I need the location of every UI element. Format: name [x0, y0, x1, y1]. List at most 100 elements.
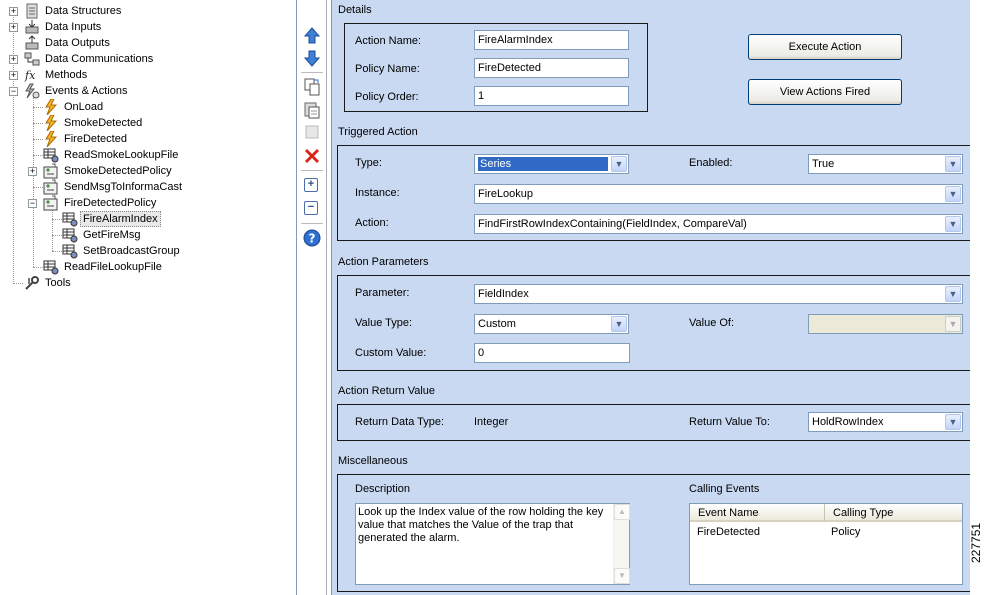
custom-value-field[interactable]: 0	[474, 343, 630, 363]
delete-icon[interactable]	[302, 146, 322, 166]
custom-value-label: Custom Value:	[355, 347, 427, 359]
value-of-dropdown[interactable]: ▼	[808, 314, 963, 334]
column-header-event-name[interactable]: Event Name	[690, 504, 825, 522]
value-type-dropdown[interactable]: Custom ▼	[474, 314, 629, 334]
action-parameters-group: Parameter: FieldIndex ▼ Value Type: Cust…	[337, 275, 977, 371]
tree-connector	[13, 283, 23, 284]
tree-item-label: ReadFileLookupFile	[64, 261, 162, 273]
collapse-toggle[interactable]: −	[9, 87, 18, 96]
details-group: Action Name: FireAlarmIndex Policy Name:…	[344, 23, 648, 112]
data-communications-icon	[24, 52, 40, 66]
type-value: Series	[478, 157, 608, 171]
return-data-type-value: Integer	[474, 416, 509, 428]
paste-icon[interactable]	[302, 100, 322, 120]
chevron-down-icon: ▼	[945, 316, 961, 332]
parameter-label: Parameter:	[355, 287, 410, 299]
expand-toggle[interactable]: +	[9, 7, 18, 16]
tree-connector	[52, 219, 62, 220]
enabled-dropdown[interactable]: True ▼	[808, 154, 963, 174]
copy-icon[interactable]	[302, 77, 322, 97]
action-name-label: Action Name:	[355, 35, 422, 47]
chevron-down-icon[interactable]: ▼	[945, 286, 961, 302]
action-grid-icon	[43, 260, 59, 275]
expand-toggle[interactable]: +	[9, 23, 18, 32]
tree-item-label: ReadSmokeLookupFile	[64, 149, 179, 161]
tree-item-label: Events & Actions	[45, 85, 128, 97]
collapse-toggle[interactable]: −	[28, 199, 37, 208]
tree-item-label: Data Structures	[45, 5, 122, 17]
tree-connector	[33, 267, 43, 268]
expand-toggle[interactable]: +	[9, 71, 18, 80]
zoom-out-icon[interactable]: −	[304, 201, 318, 215]
cut-icon[interactable]	[302, 122, 322, 142]
tree-item-label: FireDetected	[64, 133, 127, 145]
section-title-miscellaneous: Miscellaneous	[338, 455, 408, 467]
parameter-dropdown[interactable]: FieldIndex ▼	[474, 284, 963, 304]
tree-connector	[52, 209, 53, 251]
enabled-label: Enabled:	[689, 157, 733, 169]
tree-item-label: Tools	[45, 277, 71, 289]
tree-item-label: SendMsgToInformaCast	[64, 181, 182, 193]
expand-toggle[interactable]: +	[28, 167, 37, 176]
svg-text:fx: fx	[24, 69, 36, 82]
calling-events-label: Calling Events	[689, 483, 760, 495]
value-type-value: Custom	[478, 318, 516, 330]
tree-item-label: SetBroadcastGroup	[83, 245, 180, 257]
event-lightning-icon	[45, 115, 58, 131]
view-actions-fired-button[interactable]: View Actions Fired	[748, 79, 902, 105]
event-lightning-icon	[45, 99, 58, 115]
policy-name-label: Policy Name:	[355, 63, 420, 75]
methods-icon: fx	[24, 69, 36, 82]
chevron-down-icon[interactable]: ▼	[611, 156, 627, 172]
instance-value: FireLookup	[478, 188, 534, 200]
action-grid-icon	[62, 228, 78, 243]
action-name-field[interactable]: FireAlarmIndex	[474, 30, 629, 50]
chevron-down-icon[interactable]: ▼	[945, 216, 961, 232]
expand-toggle[interactable]: +	[9, 55, 18, 64]
value-of-label: Value Of:	[689, 317, 735, 329]
description-textarea[interactable]: Look up the Index value of the row holdi…	[355, 503, 630, 585]
section-title-action-parameters: Action Parameters	[338, 256, 429, 268]
policy-icon	[43, 163, 58, 179]
return-value-group: Return Data Type: Integer Return Value T…	[337, 404, 977, 441]
toolbar-separator	[301, 223, 323, 224]
calling-events-list[interactable]: Event Name Calling Type FireDetected Pol…	[689, 503, 963, 585]
parameter-value: FieldIndex	[478, 288, 529, 300]
zoom-in-icon[interactable]: +	[304, 178, 318, 192]
chevron-down-icon[interactable]: ▼	[945, 186, 961, 202]
svg-text:?: ?	[309, 232, 316, 246]
action-label: Action:	[355, 217, 389, 229]
return-value-to-dropdown[interactable]: HoldRowIndex ▼	[808, 412, 963, 432]
column-header-calling-type[interactable]: Calling Type	[825, 504, 962, 522]
scroll-up-icon[interactable]: ▲	[614, 504, 630, 520]
return-value-to-value: HoldRowIndex	[812, 416, 884, 428]
chevron-down-icon[interactable]: ▼	[945, 414, 961, 430]
action-grid-icon	[62, 244, 78, 259]
tree-item-label: SmokeDetectedPolicy	[64, 165, 172, 177]
figure-id-label: 227751	[969, 523, 983, 563]
section-title-triggered-action: Triggered Action	[338, 126, 418, 138]
tree-connector	[13, 10, 14, 282]
description-scrollbar[interactable]: ▲ ▼	[613, 504, 630, 584]
move-up-icon[interactable]	[302, 26, 322, 46]
scroll-down-icon[interactable]: ▼	[614, 568, 630, 584]
help-icon[interactable]: ?	[302, 228, 322, 248]
type-dropdown[interactable]: Series ▼	[474, 154, 629, 174]
move-down-icon[interactable]	[302, 48, 322, 68]
tree-item-label: Data Communications	[45, 53, 154, 65]
toolbar-separator	[301, 170, 323, 171]
execute-action-button[interactable]: Execute Action	[748, 34, 902, 60]
chevron-down-icon[interactable]: ▼	[611, 316, 627, 332]
table-cell-event[interactable]: FireDetected	[697, 526, 760, 538]
action-dropdown[interactable]: FindFirstRowIndexContaining(FieldIndex, …	[474, 214, 963, 234]
event-lightning-icon	[45, 131, 58, 147]
policy-name-field[interactable]: FireDetected	[474, 58, 629, 78]
chevron-down-icon[interactable]: ▼	[945, 156, 961, 172]
instance-dropdown[interactable]: FireLookup ▼	[474, 184, 963, 204]
policy-order-field[interactable]: 1	[474, 86, 629, 106]
events-actions-icon	[25, 83, 40, 99]
toolbar-separator	[301, 72, 323, 73]
navigation-tree: + Data Structures + Data Inputs Data Out…	[0, 0, 297, 595]
table-cell-type[interactable]: Policy	[831, 526, 860, 538]
tree-item-label: Data Outputs	[45, 37, 110, 49]
